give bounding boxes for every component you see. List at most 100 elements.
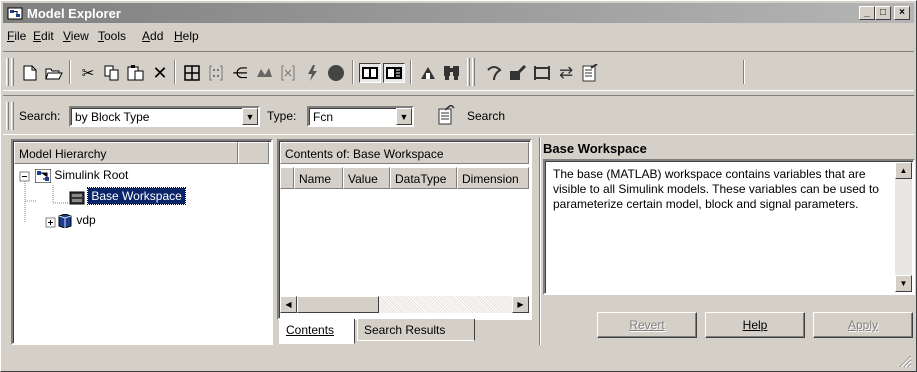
lookup-icon[interactable] (441, 63, 463, 83)
search-by-dropdown[interactable]: by Block Type ▼ (69, 106, 260, 127)
column-header-spacer (280, 167, 294, 189)
type-label: Type: (267, 109, 297, 123)
revert-button-label: Revert (629, 318, 665, 332)
contents-pane: Contents of: Base Workspace Name Value D… (277, 139, 532, 320)
tab-contents-label: Contents (286, 323, 335, 337)
tree-item-vdp[interactable]: vdp (57, 213, 96, 229)
edit-icon[interactable] (507, 63, 529, 83)
menu-file-rest: ile (14, 29, 27, 43)
search-bar: Search: by Block Type ▼ Type: Fcn ▼ Sear… (3, 95, 914, 135)
grid-icon[interactable] (181, 63, 203, 83)
dialog-description-text: The base (MATLAB) workspace contains var… (553, 167, 879, 211)
chevron-down-icon[interactable]: ▼ (242, 108, 258, 125)
menu-edit[interactable]: Edit (33, 29, 54, 43)
searchbar-grip-2[interactable] (11, 102, 14, 130)
app-icon (7, 7, 23, 20)
toolbar-separator (69, 60, 71, 84)
menu-help-rest: elp (182, 29, 199, 43)
tree-item-label-selected: Base Workspace (87, 187, 186, 206)
apply-button-label: Apply (847, 318, 879, 332)
toolbar-grip-2[interactable] (11, 58, 14, 86)
paste-icon[interactable] (125, 63, 147, 83)
title-bar[interactable]: Model Explorer _ □ × (3, 3, 914, 23)
apply-button[interactable]: Apply (813, 312, 913, 338)
type-dropdown[interactable]: Fcn ▼ (307, 106, 414, 127)
bus-icon[interactable] (277, 63, 299, 83)
maximize-button[interactable]: □ (875, 6, 891, 20)
toolbar-grip[interactable] (6, 58, 9, 86)
view-list-icon[interactable] (359, 63, 381, 83)
search-label: Search: (19, 109, 61, 123)
menu-edit-rest: dit (41, 29, 54, 43)
menu-help[interactable]: Help (174, 29, 199, 43)
search-icon[interactable] (435, 105, 457, 125)
brackets-icon[interactable] (531, 63, 553, 83)
flash-icon[interactable] (301, 63, 323, 83)
dialog-description-box[interactable]: The base (MATLAB) workspace contains var… (543, 159, 915, 295)
contents-column-headers: Name Value DataType Dimension (280, 167, 529, 189)
search-by-value: by Block Type (75, 110, 150, 124)
menu-tools[interactable]: Tools (98, 29, 126, 43)
open-icon[interactable] (43, 63, 65, 83)
help-icon[interactable] (483, 63, 505, 83)
tree-item-label: Simulink Root (54, 168, 129, 182)
toolbar-grip-3[interactable] (467, 58, 470, 86)
toolbar-end-separator (743, 60, 745, 84)
type-value: Fcn (313, 110, 334, 124)
toolbar-separator-3 (352, 60, 354, 84)
tab-contents[interactable]: Contents (279, 319, 355, 344)
workspace-icon (69, 191, 85, 205)
tree-item-base-workspace[interactable]: Base Workspace (69, 187, 186, 206)
toolbar-grip-4[interactable] (472, 58, 475, 86)
column-header-value[interactable]: Value (343, 167, 390, 189)
status-bar (3, 351, 914, 370)
column-header-dimension[interactable]: Dimension (457, 167, 529, 189)
searchbar-grip[interactable] (6, 102, 9, 130)
model-icon (58, 213, 72, 229)
pane-splitter[interactable] (539, 137, 541, 345)
close-button[interactable]: × (894, 6, 910, 20)
menu-add[interactable]: Add (142, 29, 163, 43)
scroll-right-icon[interactable]: ▶ (512, 296, 529, 313)
scroll-left-icon[interactable]: ◀ (280, 296, 297, 313)
window-title: Model Explorer (27, 6, 121, 21)
model-hierarchy-header[interactable]: Model Hierarchy (14, 142, 238, 164)
horizontal-scrollbar[interactable]: ◀ ▶ (280, 296, 529, 313)
tree-item-simulink-root[interactable]: Simulink Root (34, 168, 129, 184)
tab-search-results[interactable]: Search Results (357, 319, 475, 341)
notes-icon[interactable] (579, 63, 601, 83)
model-hierarchy-pane: Model Hierarchy Simulink Root Base Works… (11, 139, 273, 345)
cut-icon[interactable]: ✂ (77, 63, 99, 83)
scrollbar-thumb[interactable] (297, 296, 379, 313)
help-button[interactable]: Help (705, 312, 805, 338)
copy-icon[interactable] (101, 63, 123, 83)
tree-item-label: vdp (76, 213, 96, 227)
chevron-down-icon[interactable]: ▼ (396, 108, 412, 125)
find-icon[interactable] (417, 63, 439, 83)
dialog-pane: Base Workspace The base (MATLAB) workspa… (543, 139, 916, 345)
toolbar-separator-2 (174, 60, 176, 84)
menu-file[interactable]: File (7, 29, 26, 43)
menu-view[interactable]: View (63, 29, 89, 43)
minimize-button[interactable]: _ (859, 6, 875, 20)
menu-bar: File Edit View Tools Add Help (3, 25, 914, 47)
matrix-icon[interactable] (205, 63, 227, 83)
revert-button[interactable]: Revert (597, 312, 697, 338)
vertical-scrollbar[interactable]: ▲ ▼ (895, 162, 912, 292)
signal-icon[interactable]: ⋲ (229, 63, 251, 83)
column-header-datatype[interactable]: DataType (390, 167, 457, 189)
view-detail-icon[interactable] (383, 63, 405, 83)
search-button[interactable]: Search (467, 109, 505, 123)
scroll-up-icon[interactable]: ▲ (895, 162, 912, 179)
record-icon[interactable] (325, 63, 347, 83)
swap-icon[interactable]: ⇄ (555, 63, 577, 83)
resize-grip-icon[interactable] (899, 355, 912, 368)
menu-add-rest: dd (150, 29, 164, 43)
scroll-down-icon[interactable]: ▼ (895, 275, 912, 292)
toolbar-separator-4 (410, 60, 412, 84)
delete-icon[interactable]: ✕ (149, 63, 171, 83)
model-explorer-window: Model Explorer _ □ × File Edit View Tool… (0, 0, 917, 372)
new-icon[interactable] (19, 63, 41, 83)
block-icon[interactable] (253, 63, 275, 83)
column-header-name[interactable]: Name (294, 167, 343, 189)
